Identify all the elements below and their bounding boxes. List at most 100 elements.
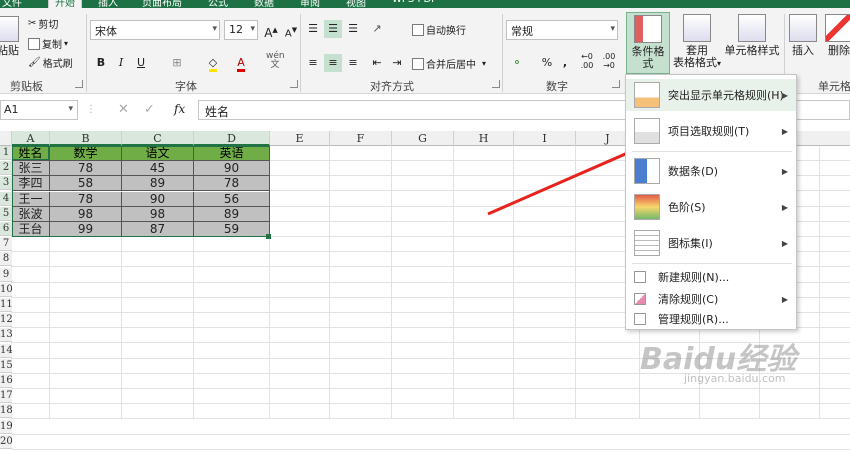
tab-wps-pdf[interactable]: WPS PDF bbox=[392, 0, 437, 8]
tab-data[interactable]: 数据 bbox=[254, 0, 274, 8]
decrease-indent-button[interactable]: ⇤ bbox=[368, 54, 386, 72]
tab-insert[interactable]: 插入 bbox=[98, 0, 118, 8]
column-header-e[interactable]: E bbox=[270, 131, 330, 146]
font-name-combo[interactable]: 宋体 ▾ bbox=[90, 20, 220, 40]
shrink-font-button[interactable]: A▼ bbox=[282, 21, 300, 39]
row-header[interactable]: 20 bbox=[0, 435, 13, 449]
format-as-table-button[interactable]: 套用 表格格式▾ bbox=[672, 14, 722, 70]
tab-view[interactable]: 视图 bbox=[346, 0, 366, 8]
table-cell[interactable]: 张波 bbox=[12, 207, 50, 222]
tab-formulas[interactable]: 公式 bbox=[208, 0, 228, 8]
row-header[interactable]: 3 bbox=[0, 176, 12, 190]
copy-button[interactable]: 复制 ▾ bbox=[28, 36, 68, 51]
select-all-corner[interactable] bbox=[0, 131, 12, 146]
row-header[interactable]: 8 bbox=[0, 252, 12, 266]
row-header[interactable]: 14 bbox=[0, 344, 13, 358]
table-cell[interactable]: 王台 bbox=[12, 222, 50, 237]
tab-file[interactable]: 文件 bbox=[2, 0, 22, 8]
italic-button[interactable]: I bbox=[112, 54, 130, 72]
align-right-button[interactable]: ≡ bbox=[344, 54, 362, 72]
row-header[interactable]: 7 bbox=[0, 237, 12, 251]
table-cell[interactable]: 张三 bbox=[12, 161, 50, 176]
align-bottom-button[interactable]: ☰ bbox=[344, 20, 362, 38]
menu-item-highlight-cells-rules[interactable]: 突出显示单元格规则(H) ▶ bbox=[626, 79, 796, 111]
table-cell[interactable]: 78 bbox=[50, 161, 122, 176]
row-header[interactable]: 5 bbox=[0, 207, 12, 221]
table-cell[interactable]: 98 bbox=[122, 207, 194, 222]
accounting-format-button[interactable]: ⚬ bbox=[508, 54, 526, 72]
row-header[interactable]: 1 bbox=[0, 146, 12, 160]
align-top-button[interactable]: ☰ bbox=[304, 20, 322, 38]
table-cell[interactable]: 李四 bbox=[12, 176, 50, 191]
column-header-a[interactable]: A bbox=[12, 131, 50, 146]
insert-function-button[interactable]: fx bbox=[174, 102, 185, 116]
wrap-text-button[interactable]: 自动换行 bbox=[412, 22, 466, 37]
row-header[interactable]: 11 bbox=[0, 298, 13, 312]
row-header[interactable]: 15 bbox=[0, 359, 13, 373]
menu-item-color-scales[interactable]: 色阶(S) ▶ bbox=[626, 191, 796, 223]
table-cell[interactable]: 98 bbox=[50, 207, 122, 222]
table-header-cell[interactable]: 姓名 bbox=[12, 146, 50, 161]
delete-cells-button[interactable]: 删除 bbox=[824, 14, 850, 57]
menu-item-clear-rules[interactable]: 清除规则(C) ▶ bbox=[626, 289, 796, 309]
row-header[interactable]: 9 bbox=[0, 268, 12, 282]
table-cell[interactable]: 90 bbox=[122, 192, 194, 207]
row-header[interactable]: 12 bbox=[0, 313, 13, 327]
name-box[interactable]: A1 ▾ bbox=[0, 100, 78, 120]
fill-color-button[interactable]: ◇ bbox=[204, 54, 222, 72]
row-header[interactable]: 13 bbox=[0, 328, 13, 342]
enter-check-icon[interactable]: ✓ bbox=[144, 102, 155, 117]
percent-button[interactable]: % bbox=[538, 54, 556, 72]
table-cell[interactable]: 87 bbox=[122, 222, 194, 237]
column-header-c[interactable]: C bbox=[122, 131, 194, 146]
comma-style-button[interactable]: , bbox=[556, 54, 574, 72]
table-cell[interactable]: 78 bbox=[194, 176, 270, 191]
table-cell[interactable]: 99 bbox=[50, 222, 122, 237]
table-cell[interactable]: 89 bbox=[122, 176, 194, 191]
font-size-combo[interactable]: 12 ▾ bbox=[224, 20, 258, 40]
column-header-f[interactable]: F bbox=[330, 131, 392, 146]
menu-item-data-bars[interactable]: 数据条(D) ▶ bbox=[626, 155, 796, 187]
align-left-button[interactable]: ≡ bbox=[304, 54, 322, 72]
row-header[interactable]: 18 bbox=[0, 404, 13, 418]
column-header-d[interactable]: D bbox=[194, 131, 270, 146]
tab-home[interactable]: 开始 bbox=[48, 0, 82, 8]
format-painter-button[interactable]: 🖌 格式刷 bbox=[28, 55, 73, 70]
row-header[interactable]: 4 bbox=[0, 192, 12, 206]
row-header[interactable]: 10 bbox=[0, 283, 13, 297]
table-cell[interactable]: 78 bbox=[50, 192, 122, 207]
grow-font-button[interactable]: A▲ bbox=[262, 21, 280, 40]
cancel-icon[interactable]: ✕ bbox=[118, 102, 129, 117]
borders-button[interactable]: ⊞ bbox=[168, 54, 186, 72]
column-header-b[interactable]: B bbox=[50, 131, 122, 146]
table-header-cell[interactable]: 语文 bbox=[122, 146, 194, 161]
tab-page-layout[interactable]: 页面布局 bbox=[142, 0, 182, 8]
column-header-g[interactable]: G bbox=[392, 131, 454, 146]
menu-item-manage-rules[interactable]: 管理规则(R)... bbox=[626, 309, 796, 329]
increase-decimal-button[interactable]: ←0.00 bbox=[578, 52, 596, 70]
table-cell[interactable]: 45 bbox=[122, 161, 194, 176]
cell-styles-button[interactable]: 单元格样式 bbox=[724, 14, 780, 57]
orientation-button[interactable]: ↗ bbox=[368, 20, 386, 38]
align-center-button[interactable]: ≡ bbox=[324, 54, 342, 72]
tab-review[interactable]: 审阅 bbox=[300, 0, 320, 8]
menu-item-top-bottom-rules[interactable]: 项目选取规则(T) ▶ bbox=[626, 115, 796, 147]
paste-button[interactable]: 粘贴 bbox=[0, 16, 20, 57]
insert-cells-button[interactable]: 插入 bbox=[788, 14, 818, 57]
table-cell[interactable]: 89 bbox=[194, 207, 270, 222]
row-header[interactable]: 16 bbox=[0, 374, 13, 388]
bold-button[interactable]: B bbox=[92, 54, 110, 72]
conditional-formatting-button[interactable]: 条件格式▾ bbox=[626, 12, 670, 81]
table-cell[interactable]: 王一 bbox=[12, 192, 50, 207]
row-header[interactable]: 19 bbox=[0, 420, 13, 434]
underline-button[interactable]: U bbox=[132, 54, 150, 72]
phonetic-button[interactable]: wén 文 bbox=[266, 52, 285, 70]
table-cell[interactable]: 58 bbox=[50, 176, 122, 191]
menu-item-icon-sets[interactable]: 图标集(I) ▶ bbox=[626, 227, 796, 259]
font-color-button[interactable]: A bbox=[232, 54, 250, 72]
table-header-cell[interactable]: 数学 bbox=[50, 146, 122, 161]
row-header[interactable]: 17 bbox=[0, 389, 13, 403]
number-format-combo[interactable]: 常规 ▾ bbox=[506, 20, 618, 40]
table-cell[interactable]: 90 bbox=[194, 161, 270, 176]
fill-handle[interactable] bbox=[266, 234, 271, 239]
